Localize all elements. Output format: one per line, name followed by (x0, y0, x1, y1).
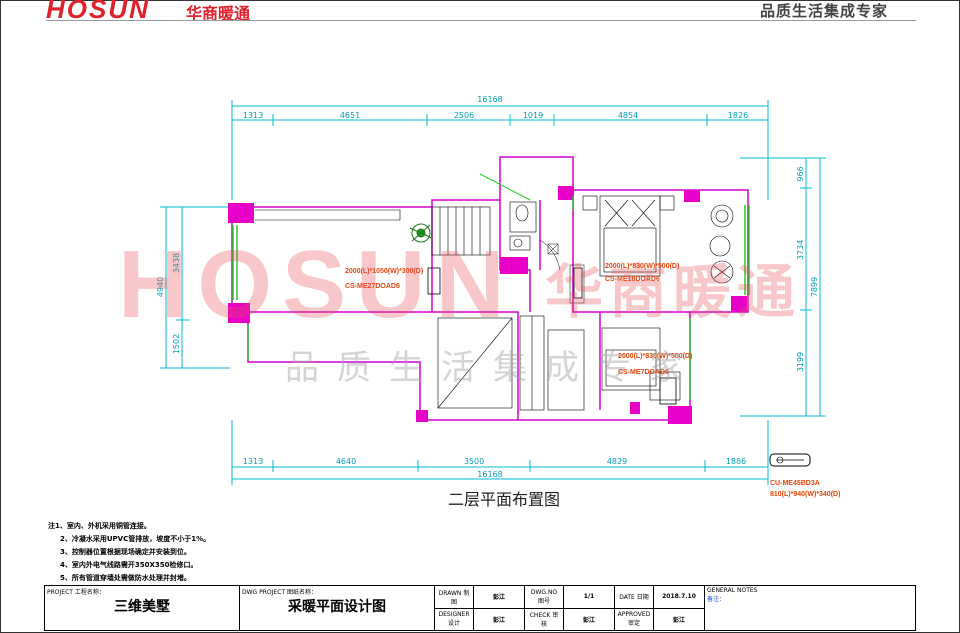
dim-top-seg: 1313 (243, 111, 263, 120)
dim-bottom-seg: 4640 (336, 457, 356, 466)
general-notes-label: GENERAL NOTES (707, 587, 758, 594)
dim-top-seg: 4854 (618, 111, 638, 120)
outdoor-unit-spec: 810(L)*940(W)*340(D) (770, 491, 841, 498)
note-item: 2、冷凝水采用UPVC管排放，坡度不小于1%。 (60, 535, 211, 543)
designer-value: 彭江 (473, 607, 525, 631)
approved-label: APPROVED 审定 (614, 607, 654, 631)
watermark-brand-cn: 华商暖通 (545, 258, 802, 326)
dim-bottom-seg: 3500 (464, 457, 484, 466)
title-block: PROJECT 工程名称： 三维美墅 DWG PROJECT 图纸名称： 采暖平… (44, 585, 916, 631)
plan-title: 二层平面布置图 (448, 490, 561, 509)
note-item: 3、控制器位置根据现场确定并安装到位。 (60, 548, 191, 556)
check-value: 彭江 (563, 607, 615, 631)
leader-line (479, 173, 531, 201)
drawing-cell: DWG PROJECT 图纸名称： 采暖平面设计图 (239, 585, 435, 631)
dim-bottom-seg: 1313 (243, 457, 263, 466)
drawn-value: 彭江 (473, 585, 525, 609)
date-label: DATE 日期 (614, 585, 654, 609)
dim-bottom-seg: 4829 (607, 457, 627, 466)
date-value: 2018.7.10 (653, 585, 705, 609)
dim-right-inner: 3199 (796, 352, 805, 372)
dim-right-inner: 966 (796, 166, 805, 181)
project-name: 三维美墅 (114, 599, 170, 615)
drawing-name: 采暖平面设计图 (288, 599, 386, 615)
note-item: 5、所有管道穿墙处需做防水处理并封堵。 (60, 574, 191, 582)
outdoor-unit-model: CU-ME45BD3A (770, 480, 820, 487)
dim-bottom-total: 16168 (477, 470, 502, 479)
approved-value: 彭江 (653, 607, 705, 631)
project-cell: PROJECT 工程名称： 三维美墅 (44, 585, 240, 631)
dim-top-seg: 2506 (454, 111, 474, 120)
outdoor-unit-label: CU-ME45BD3A 810(L)*940(W)*340(D) (770, 478, 840, 500)
dim-top-seg: 1826 (728, 111, 748, 120)
dim-top-total: 16168 (477, 95, 502, 104)
note-item: 注1、室内、外机采用铜管连接。 (48, 522, 151, 530)
design-notes: 注1、室内、外机采用铜管连接。 2、冷凝水采用UPVC管排放，坡度不小于1%。 … (48, 520, 210, 585)
drawing-label: DWG PROJECT 图纸名称： (242, 589, 317, 596)
dim-top-seg: 1019 (523, 111, 543, 120)
check-label: CHECK 审核 (524, 607, 564, 631)
watermark-brand: HOSUN (118, 231, 515, 338)
dim-bottom-seg: 1886 (726, 457, 746, 466)
drawn-label: DRAWN 制图 (434, 585, 474, 609)
dim-top-seg: 4651 (340, 111, 360, 120)
outdoor-unit-symbol (769, 453, 811, 467)
general-notes-cell: GENERAL NOTES 备注： (704, 585, 916, 631)
project-label: PROJECT 工程名称： (47, 589, 105, 596)
watermark-slogan: 品质生活集成专家 (285, 348, 701, 388)
general-notes-value: 备注： (707, 596, 726, 603)
dim-right-outer: 7899 (810, 277, 819, 297)
note-item: 4、室内外电气线路需开350X350检修口。 (60, 561, 198, 569)
dwg-no-label: DWG.NO 图号 (524, 585, 564, 609)
dwg-no-value: 1/1 (563, 585, 615, 609)
designer-label: DESIGNER 设计 (434, 607, 474, 631)
